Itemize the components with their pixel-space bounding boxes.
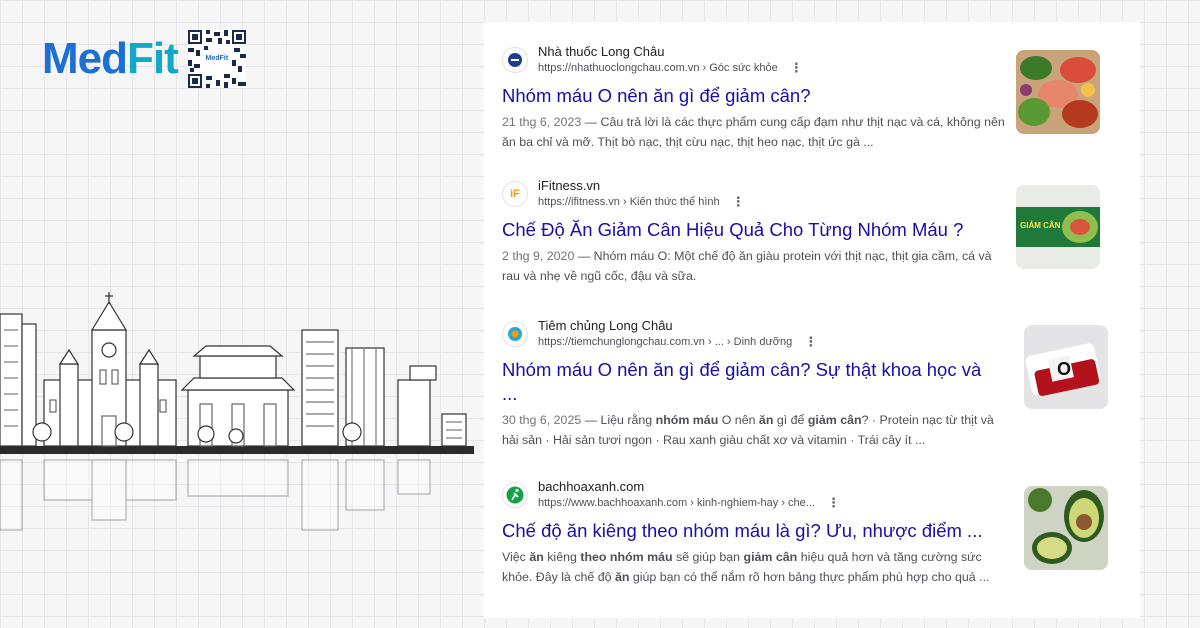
blood-type-label: O [1057,359,1072,379]
result-snippet: 2 thg 9, 2020 — Nhóm máu O: Một chế độ ă… [502,246,1007,286]
result-title-link[interactable]: Chế Độ Ăn Giảm Cân Hiệu Quả Cho Từng Nhó… [502,218,990,242]
ifitness-icon: iF [502,181,528,207]
logo-text-med: Med [42,34,128,83]
site-url-text: https://www.bachhoaxanh.com › kinh-nghie… [538,497,815,509]
city-skyline-illustration [0,290,480,540]
ifitness-icon-text: iF [510,188,520,200]
site-name: bachhoaxanh.com [538,479,645,494]
snippet-text: sẽ giúp bạn [672,550,744,564]
snippet-highlight: giảm cân [743,550,798,564]
qr-badge-label: MedFit [202,52,231,66]
vaccine-center-icon [502,321,528,347]
long-chau-pharmacy-icon [502,47,528,73]
medfit-logo[interactable]: MedFit [42,34,179,83]
bachhoaxanh-icon [502,482,528,508]
snippet-highlight: ăn [614,570,630,584]
site-url-text: https://ifitness.vn › Kiến thức thể hình [538,196,720,208]
site-url: https://www.bachhoaxanh.com › kinh-nghie… [538,495,840,511]
search-results-panel: Nhà thuốc Long Châu https://nhathuoclong… [484,22,1140,618]
site-url: https://tiemchunglongchau.com.vn › ... ›… [538,334,817,350]
food-platter-image[interactable] [1016,50,1100,134]
snippet-highlight: theo nhóm máu [580,550,673,564]
snippet-text: gì để [773,413,808,427]
banner-text: GIẢM CÂN [1020,221,1061,230]
site-url-text: https://nhathuoclongchau.com.vn › Góc sứ… [538,62,778,74]
result-snippet: 21 thg 6, 2023 — Câu trả lời là các thực… [502,112,1007,152]
site-name: Nhà thuốc Long Châu [538,44,665,59]
snippet-highlight: nhóm máu [655,413,719,427]
site-url: https://ifitness.vn › Kiến thức thể hình… [538,194,745,210]
result-date: 21 thg 6, 2023 [502,115,582,129]
snippet-highlight: ăn [758,413,774,427]
snippet-text: — Nhóm máu O: Một chế độ ăn giàu protein… [502,249,992,283]
site-name: iFitness.vn [538,178,601,193]
result-snippet: Việc ăn kiêng theo nhóm máu sẽ giúp bạn … [502,547,1007,587]
result-title-link[interactable]: Nhóm máu O nên ăn gì để giảm cân? [502,84,990,108]
site-url-text: https://tiemchunglongchau.com.vn › ... ›… [538,336,793,348]
result-date: 2 thg 9, 2020 [502,249,575,263]
more-options-icon[interactable]: ⋮ [790,61,803,74]
site-name: Tiêm chủng Long Châu [538,318,673,333]
snippet-text: — Liệu rằng [581,413,656,427]
qr-code-icon: MedFit [187,30,246,88]
snippet-text: Việc [502,550,530,564]
brand: MedFit MedFit [42,30,246,88]
snippet-highlight: ăn [529,550,544,564]
result-date: 30 thg 6, 2025 [502,413,582,427]
site-url: https://nhathuoclongchau.com.vn › Góc sứ… [538,60,803,76]
avocado-image[interactable] [1024,486,1108,570]
logo-text-fit: Fit [127,34,179,83]
salad-banner-image[interactable]: GIẢM CÂN [1016,185,1100,269]
blood-bag-image[interactable]: O [1024,325,1108,409]
result-title-link[interactable]: Nhóm máu O nên ăn gì để giảm cân? Sự thậ… [502,358,990,406]
snippet-text: O nên [718,413,759,427]
result-title-link[interactable]: Chế độ ăn kiêng theo nhóm máu là gì? Ưu,… [502,519,990,543]
snippet-highlight: giảm cân [807,413,862,427]
more-options-icon[interactable]: ⋮ [827,496,840,509]
snippet-text: giúp bạn có thể nắm rõ hơn bảng thực phẩ… [629,570,990,584]
snippet-text: kiêng [543,550,581,564]
more-options-icon[interactable]: ⋮ [732,195,745,208]
result-snippet: 30 thg 6, 2025 — Liệu rằng nhóm máu O nê… [502,410,1007,450]
more-options-icon[interactable]: ⋮ [804,335,817,348]
